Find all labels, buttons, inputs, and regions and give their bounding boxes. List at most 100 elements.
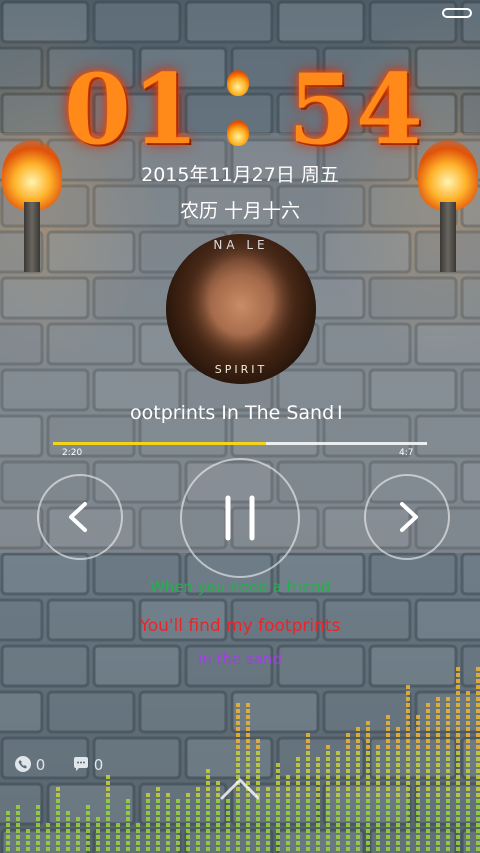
equalizer-bar-segment — [126, 799, 130, 803]
equalizer-bar-segment — [136, 847, 140, 851]
equalizer-bar-segment — [396, 745, 400, 749]
equalizer-bar-segment — [426, 823, 430, 827]
equalizer-bar-segment — [306, 847, 310, 851]
equalizer-bar-segment — [256, 841, 260, 845]
equalizer-bar-segment — [426, 715, 430, 719]
equalizer-bar-segment — [446, 763, 450, 767]
equalizer-bar-segment — [346, 745, 350, 749]
equalizer-bar-segment — [396, 781, 400, 785]
equalizer-bar-segment — [306, 757, 310, 761]
equalizer-bar-segment — [116, 835, 120, 839]
equalizer-bar-segment — [86, 835, 90, 839]
equalizer-bar-segment — [76, 835, 80, 839]
equalizer-bar-segment — [16, 805, 20, 809]
equalizer-bar-segment — [286, 841, 290, 845]
equalizer-bar-segment — [366, 721, 370, 725]
equalizer-bar-segment — [376, 781, 380, 785]
equalizer-bar-segment — [366, 847, 370, 851]
equalizer-bar-segment — [256, 757, 260, 761]
equalizer-bar-segment — [446, 709, 450, 713]
equalizer-bar-segment — [276, 847, 280, 851]
equalizer-bar-segment — [36, 811, 40, 815]
equalizer-bar-segment — [246, 847, 250, 851]
equalizer-bar-segment — [36, 829, 40, 833]
equalizer-bar-segment — [316, 793, 320, 797]
unread-messages-counter[interactable]: 0 — [73, 756, 103, 774]
equalizer-bar-segment — [466, 727, 470, 731]
equalizer-bar-segment — [416, 751, 420, 755]
album-art[interactable]: NA LE SPIRIT — [166, 234, 316, 384]
equalizer-bar-segment — [466, 829, 470, 833]
equalizer-bar-segment — [426, 835, 430, 839]
equalizer-bar-segment — [336, 751, 340, 755]
clock-minute-ones: 4 — [356, 53, 423, 166]
equalizer-bar-segment — [146, 835, 150, 839]
equalizer-bar-segment — [216, 829, 220, 833]
next-button[interactable] — [364, 474, 450, 560]
equalizer-bar-segment — [316, 817, 320, 821]
equalizer-bar-segment — [26, 829, 30, 833]
equalizer-bar-segment — [476, 787, 480, 791]
equalizer-bar-segment — [356, 847, 360, 851]
equalizer-bar-segment — [386, 823, 390, 827]
progress-bar[interactable] — [53, 442, 427, 445]
chevron-up-icon[interactable] — [220, 776, 260, 800]
current-time: 2:20 — [62, 448, 83, 458]
equalizer-bar-segment — [276, 799, 280, 803]
equalizer-bar-segment — [116, 829, 120, 833]
equalizer-bar-segment — [316, 823, 320, 827]
equalizer-bar-segment — [426, 769, 430, 773]
equalizer-bar-segment — [36, 841, 40, 845]
equalizer-bar-segment — [326, 751, 330, 755]
equalizer-bar-segment — [236, 805, 240, 809]
unread-messages-count: 0 — [93, 756, 104, 774]
equalizer-bar-segment — [206, 799, 210, 803]
equalizer-bar-segment — [326, 763, 330, 767]
previous-button[interactable] — [37, 474, 123, 560]
equalizer-bar-segment — [76, 823, 80, 827]
equalizer-bar-segment — [326, 769, 330, 773]
equalizer-bar-segment — [236, 769, 240, 773]
equalizer-bar-segment — [246, 733, 250, 737]
equalizer-bar-segment — [436, 835, 440, 839]
equalizer-bar-segment — [146, 811, 150, 815]
prev-icon — [69, 502, 87, 532]
equalizer-bar-segment — [476, 685, 480, 689]
equalizer-bar-segment — [466, 769, 470, 773]
equalizer-bar-segment — [406, 817, 410, 821]
equalizer-bar-segment — [126, 805, 130, 809]
equalizer-bar-segment — [316, 805, 320, 809]
battery-icon — [442, 8, 472, 18]
equalizer-bar-segment — [476, 673, 480, 677]
song-title-marquee-cursor: I — [337, 402, 343, 424]
equalizer-bar-segment — [196, 817, 200, 821]
equalizer-bar-segment — [286, 793, 290, 797]
equalizer-bar-segment — [346, 811, 350, 815]
missed-calls-counter[interactable]: 0 — [15, 756, 45, 774]
equalizer-bar-segment — [226, 805, 230, 809]
equalizer-bar-segment — [466, 763, 470, 767]
equalizer-bar-segment — [306, 769, 310, 773]
equalizer-bar-segment — [366, 805, 370, 809]
equalizer-bar-segment — [96, 817, 100, 821]
equalizer-bar-segment — [456, 775, 460, 779]
equalizer-bar-segment — [346, 775, 350, 779]
equalizer-bar-segment — [286, 823, 290, 827]
equalizer-bar-segment — [456, 685, 460, 689]
equalizer-bar-segment — [256, 811, 260, 815]
equalizer-bar-segment — [86, 829, 90, 833]
equalizer-bar-segment — [216, 847, 220, 851]
equalizer-bar-segment — [306, 745, 310, 749]
equalizer-bar-segment — [446, 745, 450, 749]
next-icon — [400, 502, 418, 532]
equalizer-bar-segment — [446, 823, 450, 827]
equalizer-bar-segment — [36, 817, 40, 821]
equalizer-bar-segment — [306, 733, 310, 737]
equalizer-bar-segment — [86, 817, 90, 821]
equalizer-bar-segment — [456, 835, 460, 839]
equalizer-bar-segment — [396, 775, 400, 779]
equalizer-bar-segment — [216, 817, 220, 821]
equalizer-bar-segment — [156, 847, 160, 851]
pause-button[interactable] — [180, 458, 300, 578]
equalizer-bar-segment — [436, 739, 440, 743]
